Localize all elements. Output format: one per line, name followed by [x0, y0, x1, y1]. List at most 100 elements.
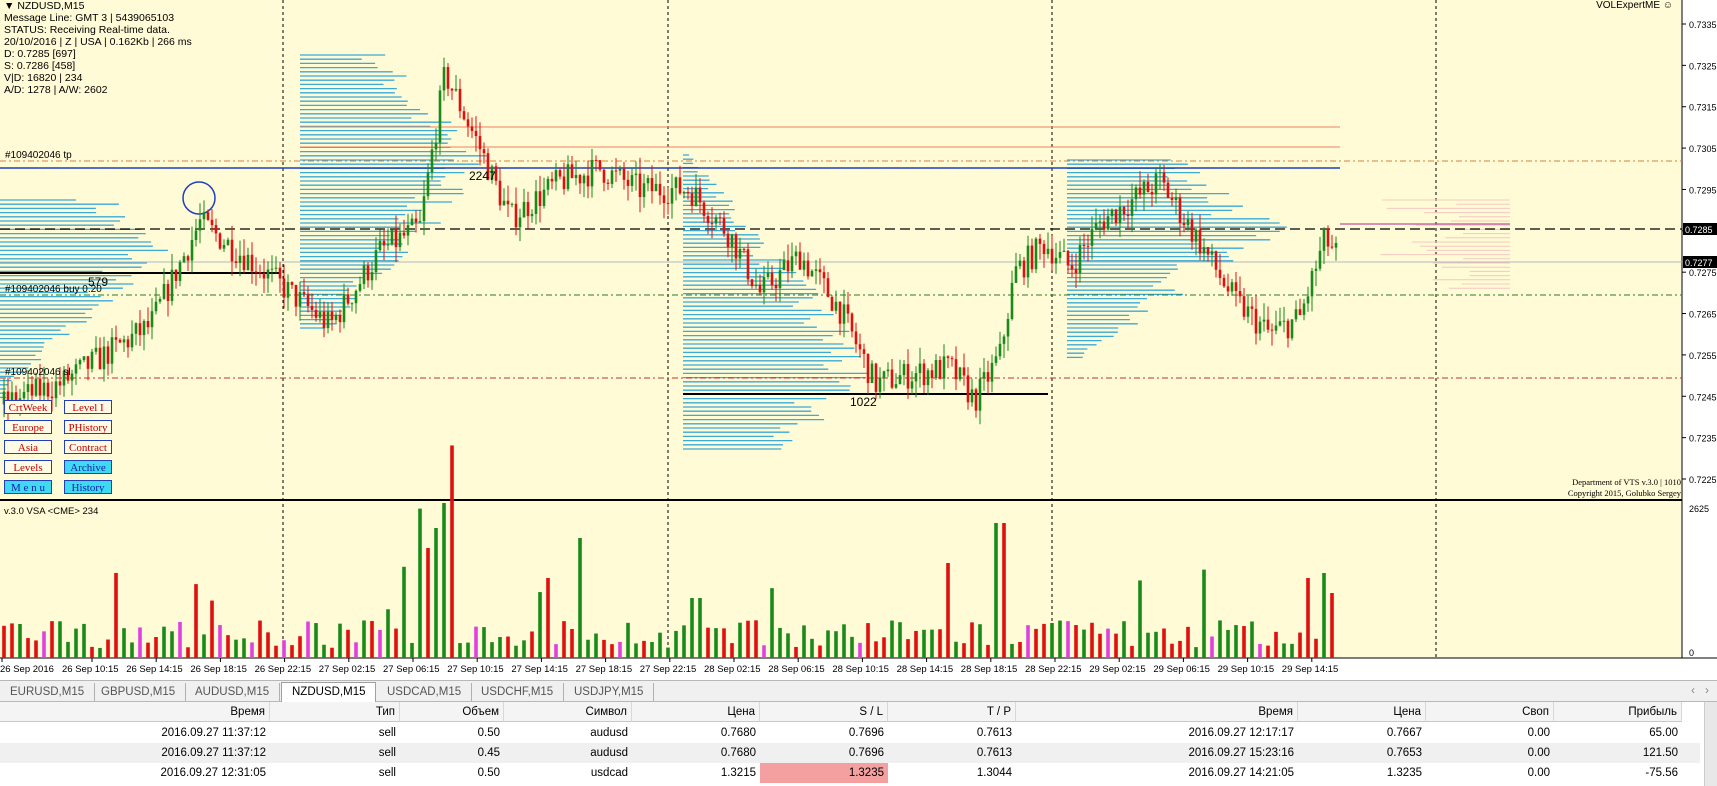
- candlestick-body: [902, 364, 906, 376]
- volume-bar: [394, 628, 398, 658]
- candlestick-body: [990, 362, 994, 382]
- volume-bar: [1130, 645, 1134, 658]
- volume-bar: [442, 503, 446, 658]
- price-chart[interactable]: 0.7335 0.7325 0.7315 0.7305 0.7295 0.7285 0.72…: [0, 0, 1717, 680]
- candlestick-body: [710, 223, 714, 225]
- candlestick-body: [1298, 309, 1302, 315]
- phistory-button[interactable]: PHistory: [64, 420, 112, 434]
- contract-button[interactable]: Contract: [64, 440, 112, 454]
- volume-bar: [514, 645, 518, 658]
- candlestick-body: [446, 67, 450, 89]
- volume-bar: [650, 641, 654, 658]
- candlestick-body: [514, 203, 518, 228]
- candlestick-body: [930, 370, 934, 379]
- candlestick-body: [1198, 229, 1202, 254]
- cell-price: 1.3215: [720, 767, 756, 779]
- volume-bar: [1122, 621, 1126, 658]
- column-header-close-time[interactable]: Время: [1016, 702, 1298, 722]
- candlestick-body: [1082, 244, 1086, 246]
- column-header-profit[interactable]: Прибыль: [1554, 702, 1682, 722]
- expert-label: VOLExpertME ☺: [1596, 0, 1673, 11]
- tab-usdcad[interactable]: USDCAD,M15: [377, 683, 473, 701]
- column-header-price[interactable]: Цена: [632, 702, 760, 722]
- cell-open-time: 2016.09.27 12:31:05: [160, 767, 266, 779]
- candlestick-body: [1330, 246, 1334, 248]
- volume-bar: [1306, 578, 1310, 658]
- cell-close-price: 0.7667: [1386, 727, 1422, 739]
- info-line: V|D: 16820 | 234: [4, 72, 83, 84]
- europe-button[interactable]: Europe: [4, 420, 52, 434]
- time-axis-label: 26 Sep 18:15: [190, 664, 247, 675]
- level-i-button[interactable]: Level I: [64, 400, 112, 414]
- candlestick-body: [1002, 336, 1006, 344]
- collapse-triangle-icon[interactable]: ▼: [4, 0, 17, 12]
- time-axis-label: 27 Sep 14:15: [511, 664, 568, 675]
- candlestick-body: [1122, 206, 1126, 215]
- tab-usdjpy[interactable]: USDJPY,M15: [564, 683, 655, 701]
- column-header-type[interactable]: Тип: [270, 702, 400, 722]
- candlestick-body: [718, 217, 722, 219]
- tab-eurusd[interactable]: EURUSD,M15: [0, 683, 96, 701]
- volume-bar: [322, 644, 326, 658]
- table-scrollbar[interactable]: [1704, 702, 1717, 786]
- tab-nzdusd[interactable]: NZDUSD,M15: [281, 682, 377, 703]
- candlestick-body: [370, 272, 374, 281]
- column-header-time[interactable]: Время: [0, 702, 270, 722]
- candlestick-body: [1118, 206, 1122, 224]
- asia-button[interactable]: Asia: [4, 440, 52, 454]
- volume-bar: [1202, 569, 1206, 658]
- tab-scroll-left-icon[interactable]: ‹: [1691, 683, 1695, 697]
- column-header-close-price[interactable]: Цена: [1298, 702, 1426, 722]
- volume-bar: [834, 631, 838, 658]
- candlestick-body: [98, 347, 102, 370]
- crtweek-button[interactable]: CrtWeek: [4, 400, 52, 414]
- tab-gbpusd[interactable]: GBPUSD,M15: [91, 683, 187, 701]
- levels-button[interactable]: Levels: [4, 460, 52, 474]
- indicator-title: v.3.0 VSA <CME> 234: [4, 506, 99, 517]
- candlestick-body: [50, 396, 54, 399]
- candlestick-body: [1170, 197, 1174, 200]
- candlestick-body: [794, 251, 798, 257]
- candlestick-body: [1242, 296, 1246, 317]
- candlestick-body: [814, 269, 818, 271]
- menu-button[interactable]: M e n u: [4, 480, 52, 494]
- table-row[interactable]: 2016.09.27 11:37:12 sell 0.50 audusd 0.7…: [0, 723, 1700, 743]
- tab-scroll-right-icon[interactable]: ›: [1705, 683, 1709, 697]
- chart-canvas[interactable]: 0.7335 0.7325 0.7315 0.7305 0.7295 0.7285 0.72…: [0, 0, 1717, 680]
- volume-bar: [1050, 622, 1054, 658]
- candlestick-body: [1270, 329, 1274, 331]
- trade-history-table: Время Тип Объем Символ Цена S / L T / P …: [0, 702, 1717, 786]
- volume-level-label: 2247: [469, 169, 496, 183]
- volume-bar: [1242, 626, 1246, 658]
- column-header-volume[interactable]: Объем: [400, 702, 504, 722]
- time-axis-label: 29 Sep 14:15: [1282, 664, 1339, 675]
- candlestick-body: [638, 173, 642, 198]
- tab-audusd[interactable]: AUDUSD,M15: [185, 683, 281, 701]
- candlestick-body: [1294, 309, 1298, 320]
- info-line: S: 0.7286 [458]: [4, 60, 76, 72]
- table-row[interactable]: 2016.09.27 11:37:12 sell 0.45 audusd 0.7…: [0, 743, 1700, 763]
- candlestick-body: [1066, 250, 1070, 266]
- column-header-tp[interactable]: T / P: [888, 702, 1016, 722]
- price-badge-label: 0.7277: [1685, 258, 1713, 268]
- expert-smiley-icon[interactable]: ☺: [1663, 0, 1673, 11]
- cell-profit: 121.50: [1642, 747, 1678, 759]
- candlestick-body: [1186, 219, 1190, 226]
- tab-usdchf[interactable]: USDCHF,M15: [471, 683, 565, 701]
- table-row[interactable]: 2016.09.27 12:31:05 sell 0.50 usdcad 1.3…: [0, 763, 1700, 783]
- column-header-swap[interactable]: Своп: [1426, 702, 1554, 722]
- volume-level-label: 579: [88, 275, 109, 289]
- candlestick-body: [530, 213, 534, 217]
- candlestick-body: [1146, 181, 1150, 192]
- cell-tp: 0.7613: [976, 747, 1012, 759]
- column-header-symbol[interactable]: Символ: [504, 702, 632, 722]
- candlestick-body: [922, 363, 926, 386]
- candlestick-body: [1018, 260, 1022, 267]
- chart-symbol-title: ▼ NZDUSD,M15: [4, 0, 84, 12]
- volume-bar: [674, 630, 678, 658]
- column-header-sl[interactable]: S / L: [760, 702, 888, 722]
- archive-button[interactable]: Archive: [64, 460, 112, 474]
- history-button[interactable]: History: [64, 480, 112, 494]
- volume-bar: [530, 631, 534, 658]
- volume-bar: [938, 629, 942, 658]
